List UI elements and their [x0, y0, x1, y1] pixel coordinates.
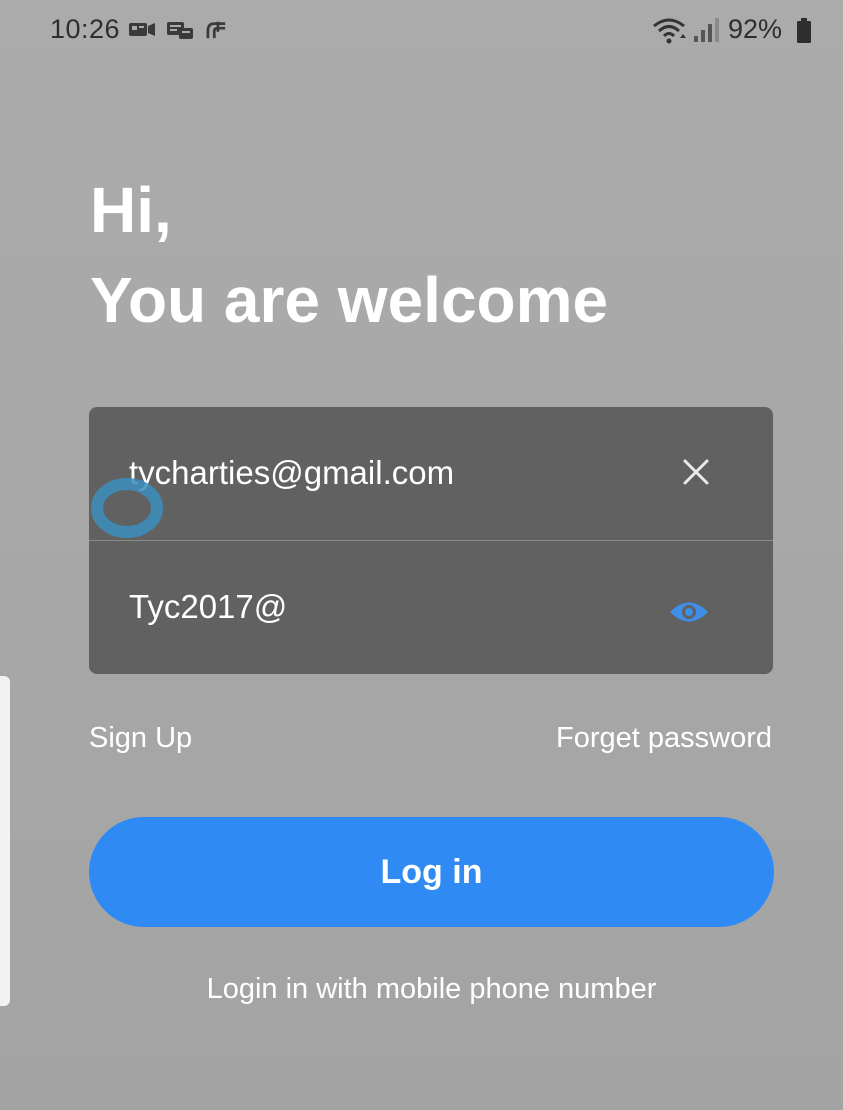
login-screen: 10:26 92% Hi, You are welcome tycharties…: [0, 0, 843, 1110]
notification-icon-1: [129, 23, 155, 36]
clear-icon[interactable]: [681, 457, 711, 487]
password-field: [89, 541, 773, 674]
battery-percentage: 92%: [728, 14, 783, 44]
notification-icon-3: [206, 21, 226, 39]
greeting-line-2: You are welcome: [90, 264, 609, 336]
edge-panel-handle[interactable]: [0, 676, 10, 1006]
eye-icon[interactable]: [669, 599, 709, 625]
status-time: 10:26: [50, 14, 121, 44]
sign-up-link[interactable]: Sign Up: [89, 722, 192, 755]
forget-password-link[interactable]: Forget password: [556, 722, 772, 755]
signal-icon: [694, 18, 719, 42]
password-input[interactable]: [129, 585, 649, 629]
status-bar: 10:26 92%: [0, 0, 843, 62]
welcome-heading: Hi, You are welcome: [90, 165, 608, 345]
notification-icon-2: [167, 22, 193, 39]
login-form: [89, 407, 773, 674]
battery-icon: [797, 18, 811, 43]
wifi-icon: [653, 18, 686, 44]
greeting-line-1: Hi,: [90, 174, 172, 246]
login-button[interactable]: Log in: [89, 817, 774, 927]
email-field: [89, 407, 773, 540]
email-input[interactable]: [129, 451, 649, 495]
mobile-login-link[interactable]: Login in with mobile phone number: [0, 973, 843, 1006]
